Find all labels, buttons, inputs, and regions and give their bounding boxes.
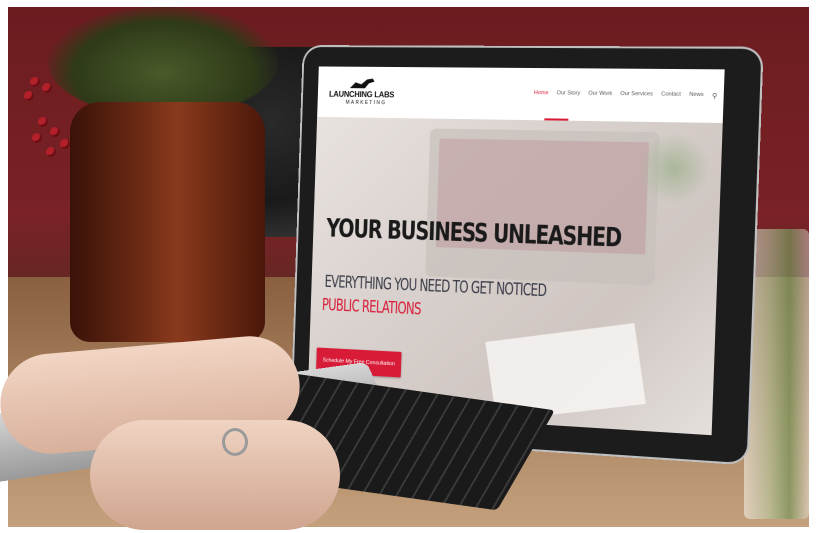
dog-logo-icon [349, 78, 375, 89]
site-logo[interactable]: LAUNCHING LABS MARKETING [329, 76, 396, 110]
logo-subtitle: MARKETING [345, 99, 387, 107]
nav-item-our-services[interactable]: Our Services [620, 91, 653, 100]
red-berries [20, 77, 90, 167]
hero-background-laptop [425, 128, 660, 286]
nav-item-our-story[interactable]: Our Story [556, 90, 580, 98]
amber-vase [70, 102, 265, 342]
main-nav: Home Our Story Our Work Our Services Con… [534, 90, 718, 100]
hero-background-plant [636, 131, 712, 206]
logo-name: LAUNCHING LABS [328, 89, 395, 100]
nav-item-our-work[interactable]: Our Work [588, 91, 612, 99]
site-header: LAUNCHING LABS MARKETING Home Our Story … [317, 66, 725, 124]
nav-item-contact[interactable]: Contact [661, 91, 681, 99]
nav-item-news[interactable]: News [689, 92, 704, 100]
drinking-glass [744, 229, 809, 519]
ring [222, 428, 248, 456]
nav-item-home[interactable]: Home [534, 90, 549, 98]
search-icon[interactable]: ⚲ [712, 92, 718, 100]
right-hand [90, 420, 340, 530]
hero-rotating-text: PUBLIC RELATIONS [321, 295, 422, 320]
